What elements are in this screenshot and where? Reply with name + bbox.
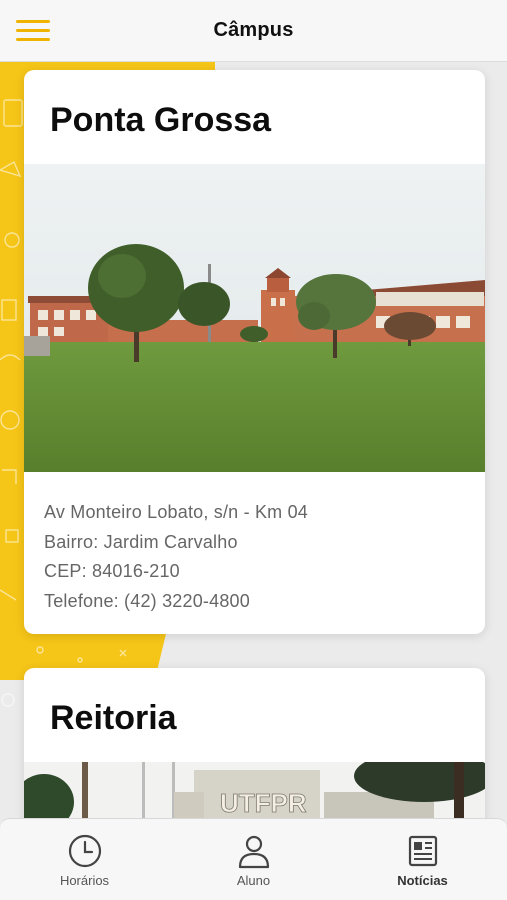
campus-name: Ponta Grossa xyxy=(50,101,272,139)
page-title: Câmpus xyxy=(213,19,294,41)
utfpr-sign: UTFPR xyxy=(220,788,307,818)
bottom-tab-bar: Horários Aluno Notícias xyxy=(0,818,507,900)
address-postal-code: CEP: 84016-210 xyxy=(44,561,180,581)
newspaper-icon xyxy=(408,835,437,867)
tab-label: Notícias xyxy=(397,873,448,888)
clock-icon xyxy=(68,834,101,868)
hamburger-menu-icon[interactable] xyxy=(16,20,50,42)
campus-name: Reitoria xyxy=(50,699,177,737)
tab-label: Horários xyxy=(59,873,110,888)
address-phone[interactable]: Telefone: (42) 3220-4800 xyxy=(44,587,485,617)
tab-noticias[interactable]: Notícias xyxy=(338,819,507,900)
tab-label: Aluno xyxy=(236,873,271,888)
tab-aluno[interactable]: Aluno xyxy=(169,819,338,900)
tab-horarios[interactable]: Horários xyxy=(0,819,169,900)
campus-card-ponta-grossa[interactable]: Ponta Grossa Av Monteiro Lobato, s/n - K… xyxy=(24,70,485,634)
address-neighborhood: Bairro: Jardim Carvalho xyxy=(44,531,238,552)
campus-address: Av Monteiro Lobato, s/n - Km 04 Bairro: … xyxy=(24,472,485,616)
top-app-bar: Câmpus xyxy=(0,0,507,62)
address-street: Av Monteiro Lobato, s/n - Km 04 xyxy=(44,502,309,522)
campus-building-photo xyxy=(24,164,485,472)
user-icon xyxy=(238,835,269,869)
